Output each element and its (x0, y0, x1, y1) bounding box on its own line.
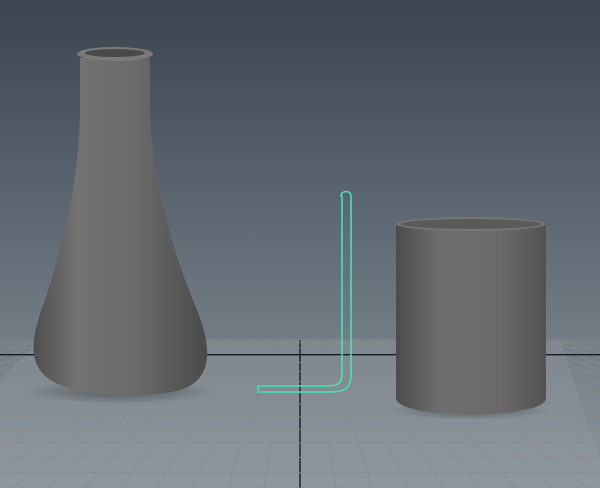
beaker-opening (401, 219, 541, 229)
beaker[interactable] (396, 217, 546, 415)
viewport-canvas[interactable] (0, 0, 600, 488)
3d-viewport[interactable] (0, 0, 600, 488)
flask-opening (85, 49, 145, 57)
